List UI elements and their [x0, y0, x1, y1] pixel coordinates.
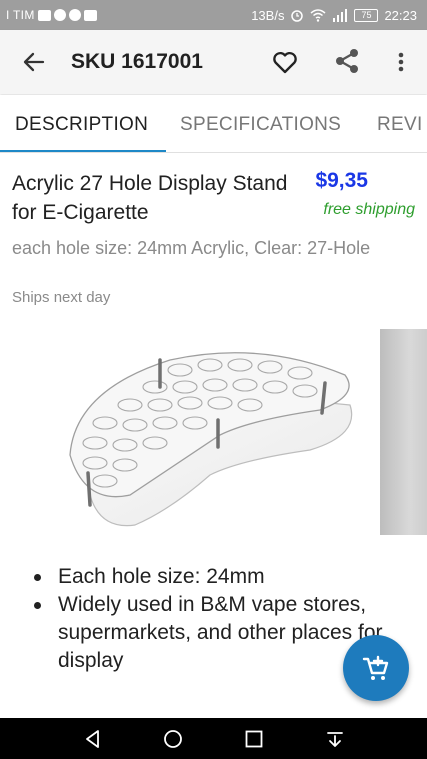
mail-icon — [37, 9, 51, 21]
product-image[interactable] — [60, 335, 360, 535]
telegram-icon — [53, 9, 66, 21]
heart-outline-icon[interactable] — [271, 48, 299, 76]
nav-recents-icon[interactable] — [243, 728, 265, 750]
list-item: Each hole size: 24mm — [31, 563, 427, 591]
tab-specifications[interactable]: SPECIFICATIONS — [180, 114, 341, 136]
tab-reviews[interactable]: REVI — [377, 114, 423, 136]
status-right: 13B/s 75 22:23 — [251, 8, 417, 23]
nav-notifications-icon[interactable] — [324, 728, 346, 750]
status-bar: I TIM 13B/s 75 22:23 — [0, 0, 427, 30]
battery-icon: 75 — [354, 8, 379, 22]
add-to-cart-button[interactable] — [343, 635, 409, 701]
product-image-next[interactable] — [380, 329, 427, 535]
page-title: SKU 1617001 — [71, 50, 203, 73]
tab-indicator — [0, 150, 166, 152]
alarm-icon — [291, 10, 304, 22]
wifi-icon — [310, 8, 326, 22]
add-to-cart-icon — [362, 655, 389, 680]
clock: 22:23 — [384, 7, 417, 23]
image-gallery[interactable] — [0, 325, 427, 540]
product-price: $9,35 — [315, 169, 368, 192]
status-left: I TIM — [6, 8, 97, 22]
youtube-icon — [83, 9, 97, 21]
tab-description[interactable]: DESCRIPTION — [15, 114, 148, 136]
signal-icon — [333, 8, 348, 22]
tab-bar: DESCRIPTION SPECIFICATIONS REVI — [0, 95, 427, 153]
back-arrow-icon[interactable] — [20, 48, 48, 76]
nav-back-icon[interactable] — [82, 728, 104, 750]
nav-home-icon[interactable] — [162, 728, 184, 750]
carrier-label: I TIM — [6, 8, 35, 22]
app-bar: SKU 1617001 — [0, 30, 427, 94]
system-nav-bar — [0, 718, 427, 759]
shipping-label: free shipping — [323, 201, 415, 218]
share-icon[interactable] — [332, 46, 362, 76]
product-subtitle: each hole size: 24mm Acrylic, Clear: 27-… — [12, 238, 371, 258]
skype-icon — [68, 9, 81, 21]
availability-label: Ships next day — [12, 289, 111, 306]
more-vert-icon[interactable] — [391, 48, 411, 76]
net-speed: 13B/s — [251, 7, 285, 23]
product-title: Acrylic 27 Hole Display Stand for E-Ciga… — [12, 172, 288, 224]
